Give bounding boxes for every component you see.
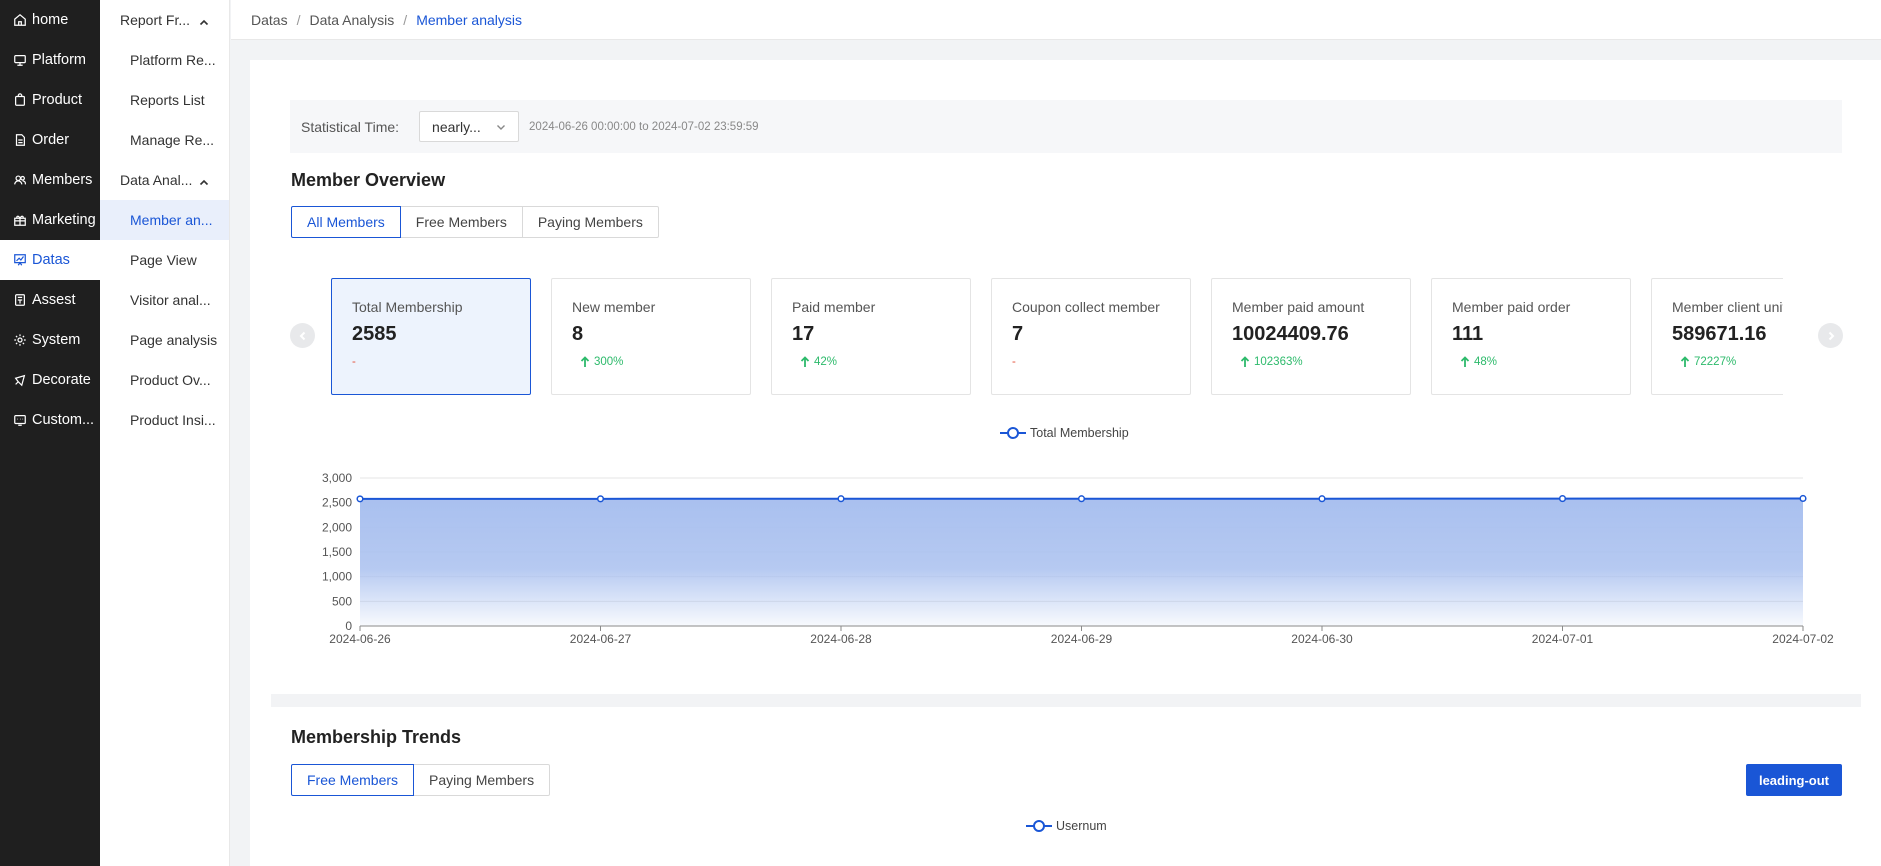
sidebar-item-datas[interactable]: Datas xyxy=(0,240,100,280)
gift-icon xyxy=(12,212,28,228)
series-area-total-membership xyxy=(360,498,1803,626)
data-point xyxy=(356,495,364,503)
y-tick-label: 2,000 xyxy=(322,520,352,534)
y-tick-label: 1,500 xyxy=(322,545,352,559)
subnav-item-visitor-analysis[interactable]: Visitor anal... xyxy=(100,280,229,320)
chevron-up-icon xyxy=(199,15,209,26)
export-button[interactable]: leading-out xyxy=(1746,764,1842,796)
tab-trends-paying-members[interactable]: Paying Members xyxy=(413,764,551,796)
breadcrumb-datas[interactable]: Datas xyxy=(251,12,288,28)
data-point xyxy=(1558,495,1567,503)
subnav-group-report-forms[interactable]: Report Fr... xyxy=(100,0,229,40)
main-content: Statistical Time: nearly... 2024-06-26 0… xyxy=(250,60,1881,866)
sidebar-item-label: Members xyxy=(32,172,93,188)
sidebar-item-platform[interactable]: Platform xyxy=(0,40,100,80)
sidebar-item-marketing[interactable]: Marketing xyxy=(0,200,100,240)
sidebar-item-label: Assest xyxy=(32,292,76,308)
users-icon xyxy=(12,172,28,188)
sidebar-item-system[interactable]: System xyxy=(0,320,100,360)
x-tick-label: 2024-06-28 xyxy=(810,632,872,646)
service-icon xyxy=(12,412,28,428)
subnav-group-data-analysis[interactable]: Data Anal... xyxy=(100,160,229,200)
sidebar-item-label: Platform xyxy=(32,52,86,68)
sidebar-item-assest[interactable]: Assest xyxy=(0,280,100,320)
bag-icon xyxy=(12,92,28,108)
sidebar-item-label: Datas xyxy=(32,252,70,268)
x-tick-label: 2024-07-02 xyxy=(1772,632,1834,646)
tab-trends-free-members[interactable]: Free Members xyxy=(291,764,415,796)
y-tick-label: 0 xyxy=(345,619,352,633)
sidebar-item-custom[interactable]: Custom... xyxy=(0,400,100,440)
monitor-icon xyxy=(12,52,28,68)
x-tick-label: 2024-06-30 xyxy=(1291,632,1353,646)
data-point xyxy=(1318,495,1326,503)
subnav-item-label: Manage Re... xyxy=(130,132,215,148)
y-tick-label: 1,000 xyxy=(322,570,352,584)
sidebar-item-label: System xyxy=(32,332,81,348)
sidebar-item-order[interactable]: Order xyxy=(0,120,100,160)
sidebar-item-label: Order xyxy=(32,132,70,148)
data-point xyxy=(1077,495,1086,503)
data-point xyxy=(596,495,605,503)
brush-icon xyxy=(12,372,28,388)
subnav-item-label: Reports List xyxy=(130,92,205,108)
legend-marker-icon xyxy=(1026,820,1052,832)
secondary-sidebar: Report Fr... Platform Re... Reports List… xyxy=(100,0,230,866)
subnav-item-label: Page View xyxy=(130,252,197,268)
subnav-item-product-overview[interactable]: Product Ov... xyxy=(100,360,229,400)
trends-tabs: Free Members Paying Members xyxy=(291,764,551,796)
x-tick-label: 2024-06-26 xyxy=(329,632,391,646)
breadcrumb: Datas / Data Analysis / Member analysis xyxy=(231,0,1881,40)
sidebar-item-label: Marketing xyxy=(32,212,96,228)
membership-trends-title: Membership Trends xyxy=(291,727,462,747)
x-tick-label: 2024-06-27 xyxy=(570,632,632,646)
subnav-item-reports-list[interactable]: Reports List xyxy=(100,80,229,120)
tab-all-members[interactable]: All Members xyxy=(291,206,401,238)
subnav-group-label: Data Anal... xyxy=(120,172,193,188)
gear-icon xyxy=(12,332,28,348)
document-icon xyxy=(12,132,28,148)
subnav-item-platform-reports[interactable]: Platform Re... xyxy=(100,40,229,80)
y-tick-label: 500 xyxy=(332,594,352,608)
breadcrumb-member-analysis: Member analysis xyxy=(416,11,523,28)
sidebar-item-product[interactable]: Product xyxy=(0,80,100,120)
data-point xyxy=(837,495,845,503)
sidebar-item-label: Custom... xyxy=(32,412,95,428)
subnav-item-page-view[interactable]: Page View xyxy=(100,240,229,280)
data-point xyxy=(1799,494,1807,503)
subnav-item-label: Product Ov... xyxy=(130,372,211,388)
breadcrumb-data-analysis[interactable]: Data Analysis xyxy=(309,12,394,28)
subnav-item-label: Product Insi... xyxy=(130,412,216,428)
chart-legend-usernum[interactable]: Usernum xyxy=(1026,819,1107,833)
subnav-item-label: Member an... xyxy=(130,212,213,228)
sidebar-item-label: home xyxy=(32,12,69,28)
sidebar-item-members[interactable]: Members xyxy=(0,160,100,200)
section-divider xyxy=(271,694,1861,707)
total-membership-chart: 0 500 1,000 1,500 2,000 2,500 3,000 2024-06-26 2… xyxy=(322,471,1834,646)
subnav-item-label: Platform Re... xyxy=(130,52,216,68)
subnav-item-page-analysis[interactable]: Page analysis xyxy=(100,320,229,360)
y-tick-label: 2,500 xyxy=(322,496,352,510)
sidebar-item-decorate[interactable]: Decorate xyxy=(0,360,100,400)
sidebar-item-label: Product xyxy=(32,92,82,108)
ledger-icon xyxy=(12,292,28,308)
subnav-item-member-analysis[interactable]: Member an... xyxy=(100,200,229,240)
breadcrumb-separator: / xyxy=(296,11,301,28)
breadcrumb-separator: / xyxy=(403,11,408,28)
legend-label: Usernum xyxy=(1056,819,1107,833)
x-tick-label: 2024-06-29 xyxy=(1051,632,1113,646)
chart-board-icon xyxy=(12,252,28,268)
y-tick-label: 3,000 xyxy=(322,471,352,485)
sidebar-item-home[interactable]: home xyxy=(0,0,100,40)
x-tick-label: 2024-07-01 xyxy=(1532,632,1594,646)
primary-sidebar: home Platform Product Order Members Marketing… xyxy=(0,0,100,866)
subnav-item-label: Visitor anal... xyxy=(130,292,211,308)
chevron-up-icon xyxy=(199,175,209,186)
subnav-item-label: Page analysis xyxy=(130,332,218,348)
subnav-item-product-insight[interactable]: Product Insi... xyxy=(100,400,229,440)
subnav-item-manage-reports[interactable]: Manage Re... xyxy=(100,120,229,160)
subnav-group-label: Report Fr... xyxy=(120,12,191,28)
home-icon xyxy=(12,12,28,28)
sidebar-item-label: Decorate xyxy=(32,372,91,388)
